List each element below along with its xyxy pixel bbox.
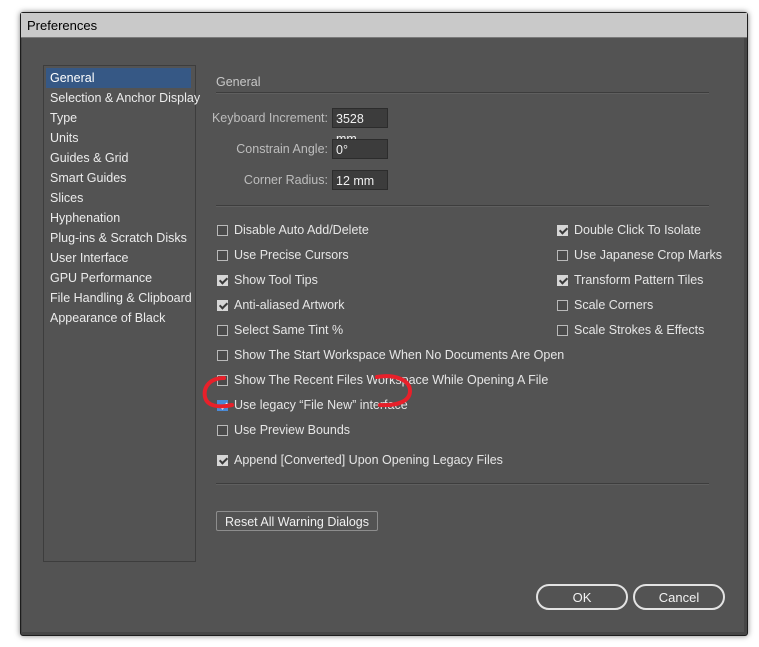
sidebar-item-smart-guides[interactable]: Smart Guides [46, 168, 191, 188]
dialog-title: Preferences [27, 18, 98, 33]
double-click-to-isolate-checkbox[interactable]: Double Click To Isolate [557, 221, 701, 239]
sidebar-item-guides-grid[interactable]: Guides & Grid [46, 148, 191, 168]
checkbox-label: Scale Corners [574, 298, 654, 312]
checkbox-unchecked-icon [217, 224, 228, 236]
section-title: General [216, 75, 261, 89]
preferences-dialog: Preferences General Selection & Anchor D… [20, 12, 748, 636]
checkbox-label: Show The Recent Files Workspace While Op… [234, 373, 549, 387]
reset-all-warning-dialogs-button[interactable]: Reset All Warning Dialogs [216, 511, 378, 531]
checkbox-label: Transform Pattern Tiles [574, 273, 704, 287]
disable-auto-add-delete-checkbox[interactable]: Disable Auto Add/Delete [217, 221, 369, 239]
keyboard-increment-field[interactable]: 3528 mm [332, 108, 388, 146]
checkbox-unchecked-icon [217, 374, 228, 386]
divider [216, 205, 709, 207]
checkbox-label: Use Preview Bounds [234, 423, 351, 437]
divider [216, 483, 709, 485]
checkbox-label: Disable Auto Add/Delete [234, 223, 369, 237]
sidebar-item-type[interactable]: Type [46, 108, 191, 128]
append-converted-checkbox[interactable]: Append [Converted] Upon Opening Legacy F… [217, 451, 503, 469]
sidebar-item-appearance-of-black[interactable]: Appearance of Black [46, 308, 191, 328]
constrain-angle-field[interactable]: 0° [332, 139, 388, 159]
use-precise-cursors-checkbox[interactable]: Use Precise Cursors [217, 246, 349, 264]
cancel-button[interactable]: Cancel [633, 584, 725, 610]
ok-button[interactable]: OK [536, 584, 628, 610]
checkbox-unchecked-icon [217, 249, 228, 261]
checkbox-checked-icon [557, 274, 568, 286]
checkbox-unchecked-icon [217, 324, 228, 336]
preferences-category-list: General Selection & Anchor Display Type … [43, 65, 200, 562]
select-same-tint-checkbox[interactable]: Select Same Tint % [217, 321, 343, 339]
anti-aliased-artwork-checkbox[interactable]: Anti-aliased Artwork [217, 296, 344, 314]
checkbox-unchecked-icon [557, 249, 568, 261]
checkbox-label: Use legacy “File New” interface [234, 398, 408, 412]
sidebar-item-selection-anchor-display[interactable]: Selection & Anchor Display [46, 88, 200, 108]
checkbox-label: Scale Strokes & Effects [574, 323, 705, 337]
constrain-angle-label: Constrain Angle: [236, 142, 328, 156]
title-bar[interactable]: Preferences [21, 13, 747, 38]
show-start-workspace-checkbox[interactable]: Show The Start Workspace When No Documen… [217, 346, 564, 364]
scale-corners-checkbox[interactable]: Scale Corners [557, 296, 653, 314]
checkbox-label: Use Japanese Crop Marks [574, 248, 722, 262]
checkbox-unchecked-icon [557, 324, 568, 336]
sidebar-item-user-interface[interactable]: User Interface [46, 248, 191, 268]
show-recent-files-workspace-checkbox[interactable]: Show The Recent Files Workspace While Op… [217, 371, 548, 389]
checkbox-label: Append [Converted] Upon Opening Legacy F… [234, 453, 503, 467]
checkbox-label: Select Same Tint % [234, 323, 344, 337]
corner-radius-field[interactable]: 12 mm [332, 170, 388, 190]
checkbox-label: Show Tool Tips [234, 273, 318, 287]
use-japanese-crop-marks-checkbox[interactable]: Use Japanese Crop Marks [557, 246, 722, 264]
sidebar-item-gpu-performance[interactable]: GPU Performance [46, 268, 191, 288]
scale-strokes-effects-checkbox[interactable]: Scale Strokes & Effects [557, 321, 704, 339]
checkbox-unchecked-icon [217, 424, 228, 436]
sidebar-item-plugins-scratch-disks[interactable]: Plug-ins & Scratch Disks [46, 228, 191, 248]
checkbox-checked-icon [217, 454, 228, 466]
checkbox-checked-icon [557, 224, 568, 236]
use-legacy-file-new-checkbox[interactable]: Use legacy “File New” interface [217, 396, 408, 414]
checkbox-label: Use Precise Cursors [234, 248, 349, 262]
sidebar-item-units[interactable]: Units [46, 128, 191, 148]
checkbox-checked-icon [217, 399, 228, 411]
show-tool-tips-checkbox[interactable]: Show Tool Tips [217, 271, 318, 289]
checkbox-unchecked-icon [557, 299, 568, 311]
checkbox-checked-icon [217, 274, 228, 286]
sidebar-item-slices[interactable]: Slices [46, 188, 191, 208]
corner-radius-label: Corner Radius: [243, 173, 328, 187]
section-divider [216, 92, 709, 94]
checkbox-label: Show The Start Workspace When No Documen… [234, 348, 565, 362]
sidebar-item-file-handling-clipboard[interactable]: File Handling & Clipboard [46, 288, 192, 308]
checkbox-checked-icon [217, 299, 228, 311]
checkbox-label: Anti-aliased Artwork [234, 298, 345, 312]
sidebar-item-general[interactable]: General [46, 68, 191, 88]
transform-pattern-tiles-checkbox[interactable]: Transform Pattern Tiles [557, 271, 703, 289]
keyboard-increment-label: Keyboard Increment: [211, 111, 328, 125]
checkbox-unchecked-icon [217, 349, 228, 361]
checkbox-label: Double Click To Isolate [574, 223, 701, 237]
use-preview-bounds-checkbox[interactable]: Use Preview Bounds [217, 421, 350, 439]
sidebar-item-hyphenation[interactable]: Hyphenation [46, 208, 191, 228]
dialog-content: General Selection & Anchor Display Type … [22, 38, 744, 632]
